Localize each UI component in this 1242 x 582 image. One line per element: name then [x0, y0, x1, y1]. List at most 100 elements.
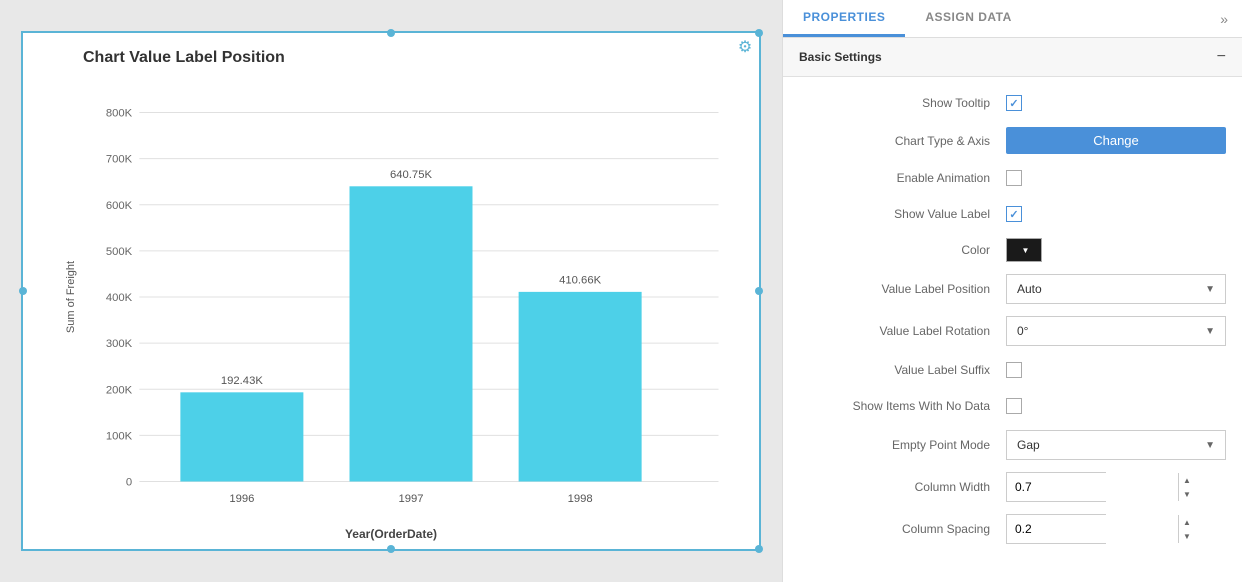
label-chart-type: Chart Type & Axis — [799, 134, 1006, 148]
color-swatch-arrow: ▼ — [1022, 246, 1030, 255]
svg-text:700K: 700K — [106, 154, 133, 166]
bar-1998[interactable] — [519, 292, 642, 482]
prop-chart-type: Chart Type & Axis Change — [783, 121, 1242, 160]
label-color: Color — [799, 243, 1006, 257]
spinner-up-column-width[interactable]: ▲ — [1179, 473, 1195, 487]
x-axis-label: Year(OrderDate) — [23, 527, 759, 541]
control-enable-animation — [1006, 170, 1226, 186]
handle-middle-left[interactable] — [19, 287, 27, 295]
chart-gear-icon[interactable]: ⚙ — [735, 37, 755, 57]
control-chart-type: Change — [1006, 127, 1226, 154]
prop-show-value-label: Show Value Label — [783, 196, 1242, 232]
spinner-down-column-spacing[interactable]: ▼ — [1179, 529, 1195, 543]
panel-content: Show Tooltip Chart Type & Axis Change En… — [783, 77, 1242, 582]
spinner-arrows-column-width: ▲ ▼ — [1178, 473, 1195, 501]
right-panel: PROPERTIES ASSIGN DATA » Basic Settings … — [782, 0, 1242, 582]
handle-bottom-right[interactable] — [755, 545, 763, 553]
svg-text:300K: 300K — [106, 338, 133, 350]
prop-empty-point-mode: Empty Point Mode Gap ▼ — [783, 424, 1242, 466]
control-value-label-suffix — [1006, 362, 1226, 378]
spinner-column-spacing: ▲ ▼ — [1006, 514, 1106, 544]
chart-inner: Sum of Freight 800K 700K 600K 500K — [83, 77, 739, 517]
svg-text:800K: 800K — [106, 108, 133, 120]
label-empty-point-mode: Empty Point Mode — [799, 438, 1006, 452]
bar-1997[interactable] — [350, 186, 473, 481]
prop-value-label-position: Value Label Position Auto ▼ — [783, 268, 1242, 310]
spinner-column-width: ▲ ▼ — [1006, 472, 1106, 502]
svg-text:100K: 100K — [106, 430, 133, 442]
control-show-items-no-data — [1006, 398, 1226, 414]
control-show-tooltip — [1006, 95, 1226, 111]
input-column-width[interactable] — [1007, 473, 1178, 501]
label-value-label-suffix: Value Label Suffix — [799, 363, 1006, 377]
svg-text:410.66K: 410.66K — [559, 275, 601, 287]
section-title: Basic Settings — [799, 50, 882, 64]
label-column-spacing: Column Spacing — [799, 522, 1006, 536]
control-empty-point-mode: Gap ▼ — [1006, 430, 1226, 460]
change-button[interactable]: Change — [1006, 127, 1226, 154]
prop-enable-animation: Enable Animation — [783, 160, 1242, 196]
panel-tabs: PROPERTIES ASSIGN DATA » — [783, 0, 1242, 38]
dropdown-value-label-position-value: Auto — [1017, 282, 1042, 296]
checkbox-show-tooltip[interactable] — [1006, 95, 1022, 111]
control-value-label-rotation: 0° ▼ — [1006, 316, 1226, 346]
handle-top-center[interactable] — [387, 29, 395, 37]
prop-show-tooltip: Show Tooltip — [783, 85, 1242, 121]
svg-text:200K: 200K — [106, 384, 133, 396]
handle-bottom-center[interactable] — [387, 545, 395, 553]
control-value-label-position: Auto ▼ — [1006, 274, 1226, 304]
prop-column-width: Column Width ▲ ▼ — [783, 466, 1242, 508]
svg-text:1998: 1998 — [568, 493, 593, 505]
label-value-label-rotation: Value Label Rotation — [799, 324, 1006, 338]
prop-value-label-suffix: Value Label Suffix — [783, 352, 1242, 388]
spinner-up-column-spacing[interactable]: ▲ — [1179, 515, 1195, 529]
checkbox-enable-animation[interactable] — [1006, 170, 1022, 186]
svg-text:600K: 600K — [106, 200, 133, 212]
section-header: Basic Settings − — [783, 38, 1242, 77]
panel-expand-icon[interactable]: » — [1206, 1, 1242, 37]
chevron-down-icon-2: ▼ — [1205, 326, 1215, 337]
dropdown-value-label-rotation-value: 0° — [1017, 324, 1028, 338]
checkbox-show-items-no-data[interactable] — [1006, 398, 1022, 414]
label-show-value-label: Show Value Label — [799, 207, 1006, 221]
chart-svg: 800K 700K 600K 500K 400K 300K 200K 100K … — [83, 77, 739, 517]
handle-middle-right[interactable] — [755, 287, 763, 295]
control-color: ▼ — [1006, 238, 1226, 262]
control-show-value-label — [1006, 206, 1226, 222]
chevron-down-icon: ▼ — [1205, 284, 1215, 295]
svg-text:400K: 400K — [106, 292, 133, 304]
bar-1996[interactable] — [180, 392, 303, 481]
dropdown-empty-point-mode[interactable]: Gap ▼ — [1006, 430, 1226, 460]
spinner-arrows-column-spacing: ▲ ▼ — [1178, 515, 1195, 543]
handle-top-right[interactable] — [755, 29, 763, 37]
svg-text:1996: 1996 — [229, 493, 254, 505]
checkbox-value-label-suffix[interactable] — [1006, 362, 1022, 378]
chart-area: ⚙ Chart Value Label Position Sum of Frei… — [0, 0, 782, 582]
chevron-down-icon-3: ▼ — [1205, 440, 1215, 451]
tab-properties[interactable]: PROPERTIES — [783, 0, 905, 37]
dropdown-value-label-rotation[interactable]: 0° ▼ — [1006, 316, 1226, 346]
chart-title: Chart Value Label Position — [83, 49, 739, 67]
checkbox-show-value-label[interactable] — [1006, 206, 1022, 222]
control-column-width: ▲ ▼ — [1006, 472, 1226, 502]
svg-text:640.75K: 640.75K — [390, 169, 432, 181]
dropdown-value-label-position[interactable]: Auto ▼ — [1006, 274, 1226, 304]
prop-column-spacing: Column Spacing ▲ ▼ — [783, 508, 1242, 550]
tab-assign-data[interactable]: ASSIGN DATA — [905, 0, 1031, 37]
input-column-spacing[interactable] — [1007, 515, 1178, 543]
label-column-width: Column Width — [799, 480, 1006, 494]
label-enable-animation: Enable Animation — [799, 171, 1006, 185]
label-value-label-position: Value Label Position — [799, 282, 1006, 296]
y-axis-label: Sum of Freight — [65, 261, 77, 333]
svg-text:0: 0 — [126, 477, 132, 489]
chart-container: ⚙ Chart Value Label Position Sum of Frei… — [21, 31, 761, 551]
prop-value-label-rotation: Value Label Rotation 0° ▼ — [783, 310, 1242, 352]
svg-text:1997: 1997 — [398, 493, 423, 505]
spinner-down-column-width[interactable]: ▼ — [1179, 487, 1195, 501]
svg-text:500K: 500K — [106, 246, 133, 258]
collapse-button[interactable]: − — [1217, 48, 1226, 66]
svg-text:192.43K: 192.43K — [221, 375, 263, 387]
color-swatch[interactable]: ▼ — [1006, 238, 1042, 262]
prop-color: Color ▼ — [783, 232, 1242, 268]
prop-show-items-no-data: Show Items With No Data — [783, 388, 1242, 424]
